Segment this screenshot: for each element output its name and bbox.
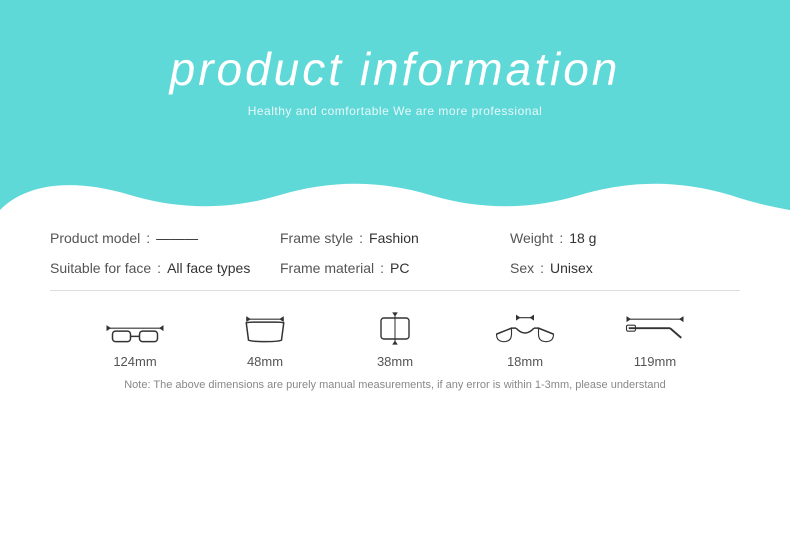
lens-width-icon [235, 311, 295, 346]
wave-decoration [0, 170, 790, 210]
lens-width-label: 48mm [247, 354, 283, 369]
frame-material-value: PC [390, 260, 409, 276]
frame-material-sep: : [380, 260, 384, 276]
bridge-width-label: 18mm [507, 354, 543, 369]
lens-height-item: 38mm [365, 311, 425, 369]
weight-sep: : [559, 230, 563, 246]
product-model-label: Product model [50, 230, 140, 246]
temple-length-icon [625, 311, 685, 346]
face-type-col: Suitable for face : All face types [50, 260, 280, 276]
product-model-value: ——— [156, 230, 198, 246]
face-type-label: Suitable for face [50, 260, 151, 276]
lens-height-label: 38mm [377, 354, 413, 369]
product-model-sep: : [146, 230, 150, 246]
weight-col: Weight : 18 g [510, 230, 740, 246]
note-text: Note: The above dimensions are purely ma… [50, 379, 740, 391]
sex-col: Sex : Unisex [510, 260, 740, 276]
info-row-2: Suitable for face : All face types Frame… [50, 260, 740, 276]
frame-style-col: Frame style : Fashion [280, 230, 510, 246]
frame-material-label: Frame material [280, 260, 374, 276]
sex-label: Sex [510, 260, 534, 276]
info-row-1: Product model : ——— Frame style : Fashio… [50, 230, 740, 246]
page-title: product information [170, 42, 621, 96]
content-section: Product model : ——— Frame style : Fashio… [0, 210, 790, 406]
bridge-width-item: 18mm [495, 311, 555, 369]
temple-length-label: 119mm [634, 354, 676, 369]
section-divider [50, 290, 740, 291]
total-width-label: 124mm [113, 354, 156, 369]
face-type-value: All face types [167, 260, 250, 276]
dimensions-section: 124mm 48mm [50, 311, 740, 369]
frame-style-sep: : [359, 230, 363, 246]
product-model-col: Product model : ——— [50, 230, 280, 246]
header-section: product information Healthy and comforta… [0, 0, 790, 170]
frame-material-col: Frame material : PC [280, 260, 510, 276]
sex-value: Unisex [550, 260, 593, 276]
face-type-sep: : [157, 260, 161, 276]
weight-value: 18 g [569, 230, 596, 246]
frame-style-label: Frame style [280, 230, 353, 246]
bridge-width-icon [495, 311, 555, 346]
weight-label: Weight [510, 230, 553, 246]
header-subtitle: Healthy and comfortable We are more prof… [248, 104, 543, 118]
lens-width-item: 48mm [235, 311, 295, 369]
frame-style-value: Fashion [369, 230, 419, 246]
lens-height-icon [365, 311, 425, 346]
total-width-item: 124mm [105, 311, 165, 369]
temple-length-item: 119mm [625, 311, 685, 369]
total-width-icon [105, 311, 165, 346]
sex-sep: : [540, 260, 544, 276]
